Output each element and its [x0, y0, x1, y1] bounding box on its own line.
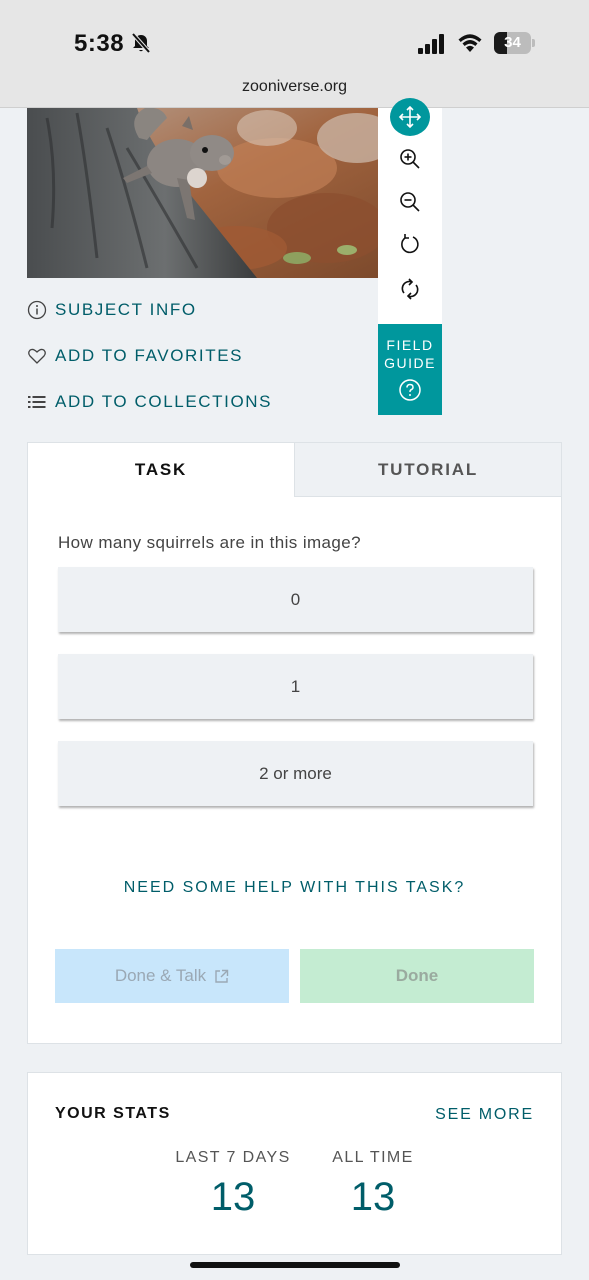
stat-label-all-time: ALL TIME	[332, 1149, 414, 1166]
clock: 5:38	[74, 30, 125, 57]
cellular-signal-icon	[418, 34, 444, 54]
home-indicator[interactable]	[190, 1262, 400, 1268]
zoom-out-icon[interactable]	[395, 187, 425, 217]
reset-icon[interactable]	[395, 274, 425, 304]
done-button[interactable]: Done	[300, 949, 534, 1003]
add-to-favorites-label: ADD TO FAVORITES	[55, 346, 244, 365]
list-icon	[28, 396, 46, 408]
add-to-favorites-link[interactable]: ADD TO FAVORITES	[27, 346, 243, 366]
url-label[interactable]: zooniverse.org	[0, 78, 589, 96]
task-card: TASK TUTORIAL How many squirrels are in …	[27, 442, 562, 1044]
heart-icon	[28, 348, 46, 364]
tab-task[interactable]: TASK	[28, 443, 294, 497]
zoom-in-icon[interactable]	[395, 144, 425, 174]
battery-percent: 34	[504, 34, 521, 51]
external-link-icon	[215, 969, 229, 983]
rotate-icon[interactable]	[395, 229, 425, 259]
answer-0-button[interactable]: 0	[58, 567, 533, 632]
wifi-icon	[458, 34, 482, 52]
question-icon	[399, 379, 421, 401]
subject-image[interactable]	[27, 108, 378, 278]
your-stats-card: YOUR STATS SEE MORE LAST 7 DAYS 13 ALL T…	[27, 1072, 562, 1255]
tab-tutorial[interactable]: TUTORIAL	[294, 443, 561, 497]
info-icon	[27, 300, 47, 320]
image-toolbar	[378, 98, 442, 324]
done-and-talk-label: Done & Talk	[114, 966, 207, 985]
field-guide-line2: GUIDE	[384, 355, 436, 371]
add-to-collections-link[interactable]: ADD TO COLLECTIONS	[27, 392, 272, 412]
stat-value-all-time: 13	[350, 1175, 396, 1219]
task-question: How many squirrels are in this image?	[58, 533, 361, 552]
subject-info-label: SUBJECT INFO	[55, 300, 197, 319]
answer-1-button[interactable]: 1	[58, 654, 533, 719]
stat-label-last-7-days: LAST 7 DAYS	[175, 1149, 291, 1166]
add-to-collections-label: ADD TO COLLECTIONS	[55, 392, 273, 411]
done-and-talk-button[interactable]: Done & Talk	[55, 949, 289, 1003]
see-more-link[interactable]: SEE MORE	[435, 1106, 534, 1124]
task-tabs: TASK TUTORIAL	[28, 443, 561, 497]
field-guide-line1: FIELD	[386, 337, 434, 353]
browser-status-bar: 5:38 34 zooniverse.org	[0, 0, 589, 108]
silent-bell-icon	[131, 32, 151, 54]
subject-info-link[interactable]: SUBJECT INFO	[27, 300, 197, 320]
stats-title: YOUR STATS	[55, 1105, 171, 1122]
battery-icon: 34	[494, 32, 536, 54]
move-icon[interactable]	[390, 98, 430, 136]
answer-2-or-more-button[interactable]: 2 or more	[58, 741, 533, 806]
field-guide-button[interactable]: FIELD GUIDE	[378, 324, 442, 415]
task-help-link[interactable]: NEED SOME HELP WITH THIS TASK?	[28, 879, 561, 897]
stat-value-last-7-days: 13	[210, 1175, 256, 1219]
